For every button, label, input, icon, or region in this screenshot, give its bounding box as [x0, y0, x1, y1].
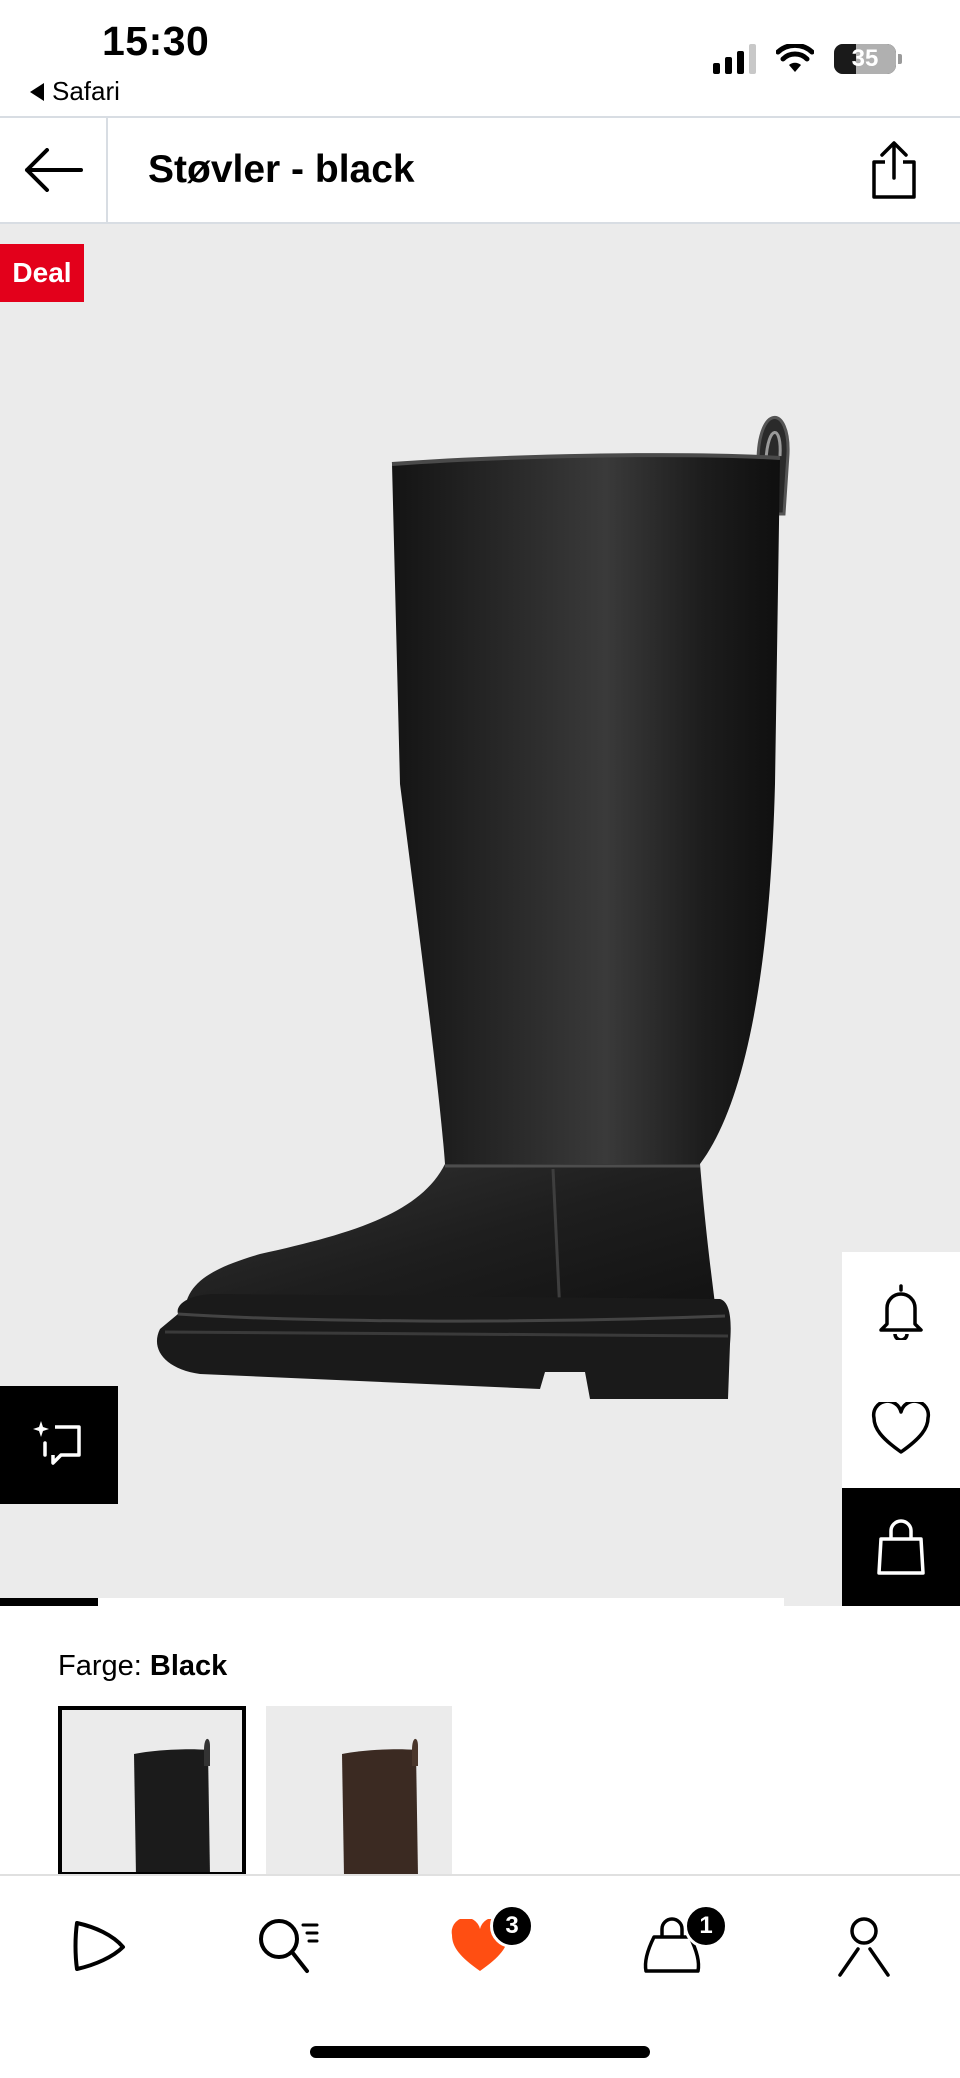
wifi-icon: [776, 44, 814, 72]
color-label: Farge: Black: [58, 1650, 227, 1683]
arrow-left-icon: [25, 148, 83, 192]
product-actions: [842, 1252, 960, 1606]
search-icon: [259, 1919, 319, 1973]
back-to-safari[interactable]: Safari: [30, 76, 120, 107]
share-icon: [872, 141, 916, 199]
back-triangle-icon: [30, 82, 44, 101]
battery-percent: 35: [851, 45, 879, 72]
cart-count-badge: 1: [684, 1904, 728, 1948]
product-image-gallery[interactable]: Deal: [0, 224, 960, 1606]
cellular-signal-icon: [713, 44, 756, 74]
share-button[interactable]: [864, 138, 924, 202]
status-time: 15:30: [102, 18, 210, 64]
tab-wishlist[interactable]: 3: [440, 1904, 534, 1986]
home-indicator: [310, 2046, 650, 2058]
brown-boot-thumbnail: [342, 1738, 418, 1876]
gallery-progress-fill: [0, 1598, 98, 1606]
bell-icon: [879, 1284, 923, 1340]
back-button[interactable]: [0, 118, 108, 222]
gallery-progress: [0, 1598, 784, 1606]
color-label-prefix: Farge:: [58, 1650, 142, 1682]
deal-badge: Deal: [0, 244, 84, 302]
tab-home[interactable]: [56, 1906, 136, 1986]
boot-image: [156, 416, 790, 1399]
status-bar: 15:30 Safari 35: [0, 0, 960, 116]
color-swatches: [58, 1706, 452, 1876]
product-header: Støvler - black: [0, 116, 960, 224]
page-title: Støvler - black: [148, 148, 415, 191]
user-icon: [838, 1917, 890, 1977]
shopping-bag-icon: [877, 1519, 925, 1575]
color-swatch-brown[interactable]: [266, 1706, 452, 1876]
battery-icon: 35: [834, 44, 902, 74]
notify-button[interactable]: [842, 1252, 960, 1370]
add-to-cart-button[interactable]: [842, 1488, 960, 1606]
heart-icon: [871, 1402, 931, 1454]
wishlist-button[interactable]: [842, 1370, 960, 1488]
tab-cart[interactable]: 1: [632, 1904, 728, 1986]
color-swatch-black[interactable]: [58, 1706, 246, 1876]
black-boot-thumbnail: [134, 1738, 210, 1876]
find-similar-button[interactable]: [0, 1386, 118, 1504]
back-app-label: Safari: [52, 76, 120, 106]
selected-color: Black: [149, 1650, 228, 1682]
sparkle-chat-icon: [33, 1421, 81, 1465]
tab-account[interactable]: [824, 1906, 904, 1986]
tab-search[interactable]: [248, 1906, 328, 1986]
play-logo-icon: [73, 1921, 125, 1971]
status-indicators: 35: [713, 44, 902, 74]
wishlist-count-badge: 3: [490, 1904, 534, 1948]
